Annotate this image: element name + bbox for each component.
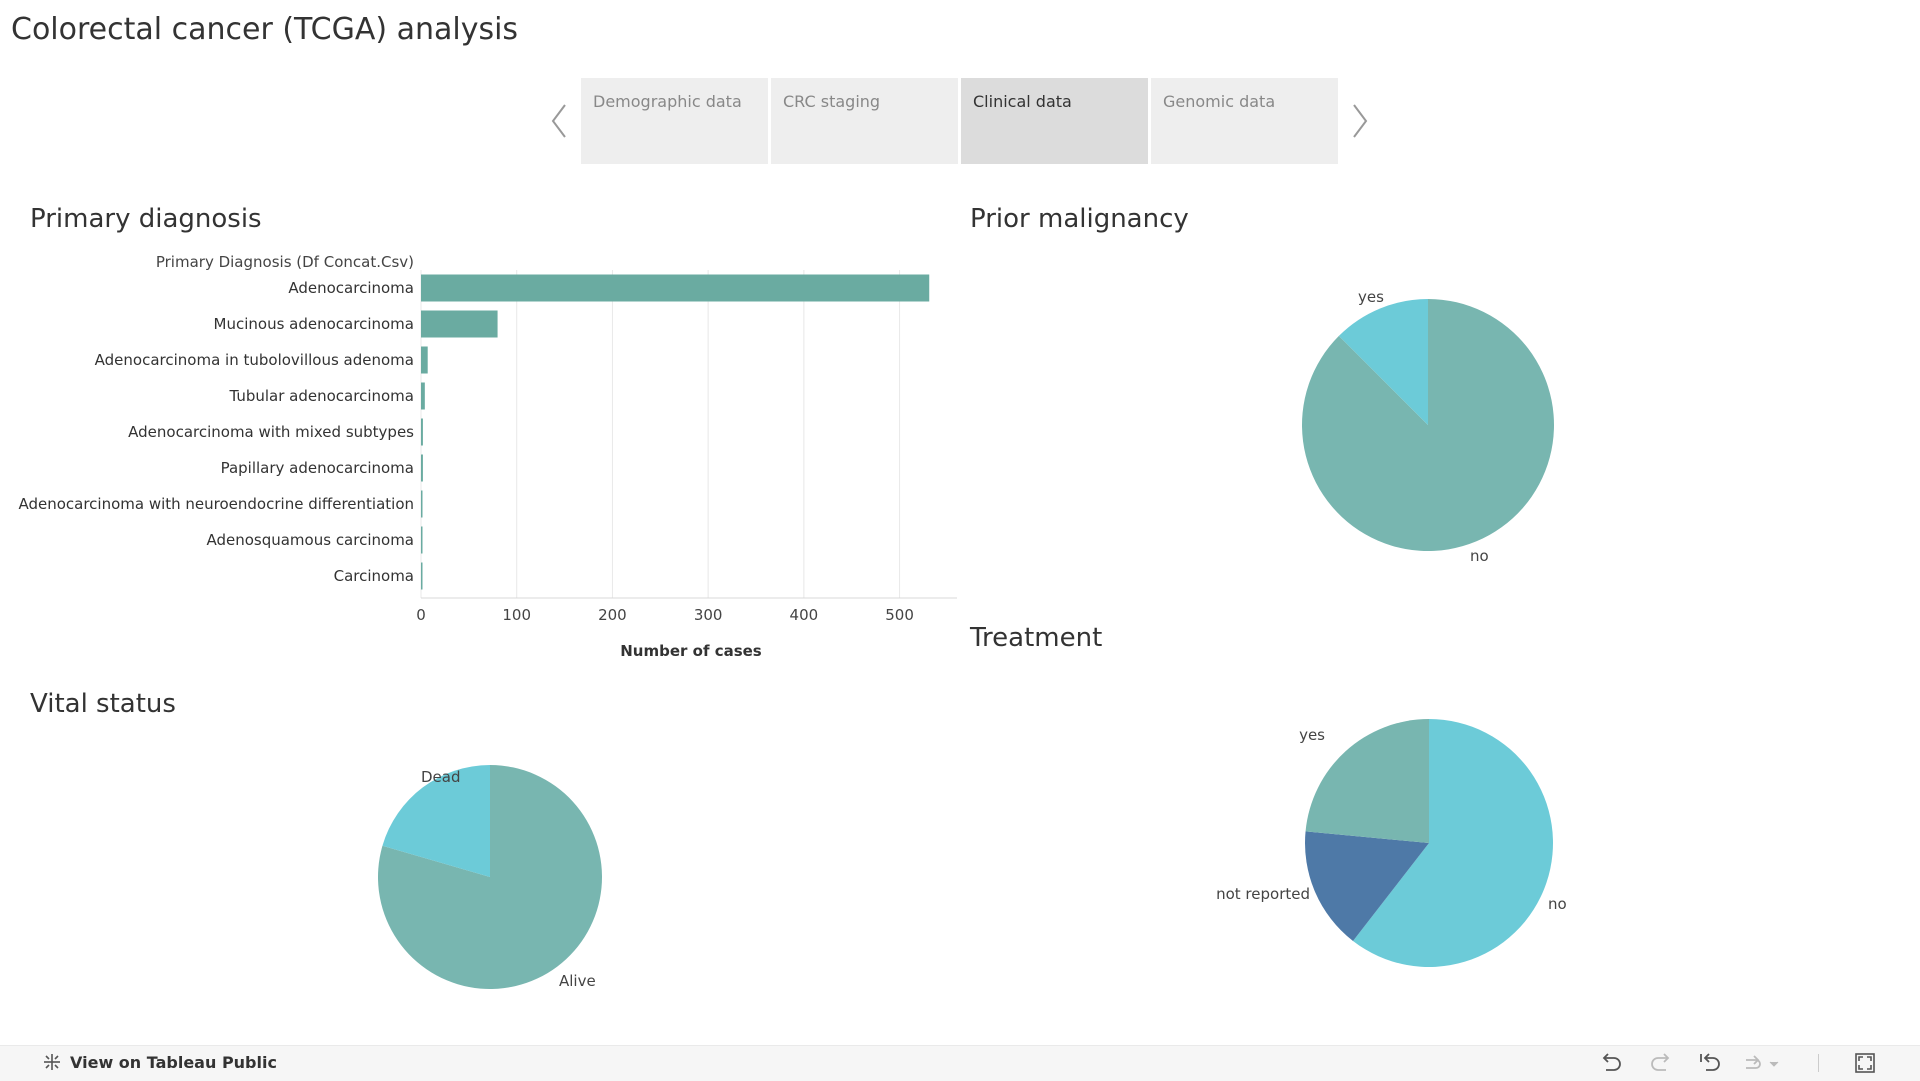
bar[interactable] bbox=[421, 310, 498, 338]
next-tab-arrow[interactable] bbox=[1340, 91, 1380, 151]
bar[interactable] bbox=[421, 274, 930, 302]
footer-link-label: View on Tableau Public bbox=[70, 1052, 277, 1072]
bar[interactable] bbox=[421, 382, 425, 410]
category-label: Papillary adenocarcinoma bbox=[221, 459, 414, 477]
vital-status-pie-chart[interactable]: Alive Dead bbox=[340, 750, 660, 1010]
tab-crc-staging[interactable]: CRC staging bbox=[771, 78, 958, 164]
page-title: Colorectal cancer (TCGA) analysis bbox=[11, 12, 519, 47]
slice-label: no bbox=[1470, 547, 1489, 565]
x-tick-label: 300 bbox=[694, 606, 723, 624]
undo-button[interactable] bbox=[1598, 1050, 1624, 1076]
category-label: Adenocarcinoma with mixed subtypes bbox=[128, 423, 414, 441]
footer-bar bbox=[0, 1045, 1920, 1081]
category-label: Adenocarcinoma bbox=[288, 279, 414, 297]
prior-malignancy-pie-chart[interactable]: no yes bbox=[1260, 270, 1600, 580]
primary-diagnosis-title: Primary diagnosis bbox=[30, 204, 262, 234]
slice-label: not reported bbox=[1216, 885, 1310, 903]
bar[interactable] bbox=[421, 526, 423, 554]
bar[interactable] bbox=[421, 490, 423, 518]
dashboard-tabs: Demographic data CRC staging Clinical da… bbox=[581, 78, 1341, 164]
redo-icon bbox=[1651, 1053, 1670, 1071]
category-label: Mucinous adenocarcinoma bbox=[214, 315, 414, 333]
slice-label: no bbox=[1548, 895, 1567, 913]
x-tick-label: 0 bbox=[416, 606, 426, 624]
bar[interactable] bbox=[421, 562, 423, 590]
tab-label: CRC staging bbox=[783, 92, 881, 111]
tab-demographic-data[interactable]: Demographic data bbox=[581, 78, 768, 164]
view-on-tableau-public-link[interactable]: View on Tableau Public bbox=[42, 1052, 277, 1072]
chevron-left-icon bbox=[551, 104, 566, 138]
category-label: Adenocarcinoma with neuroendocrine diffe… bbox=[18, 495, 414, 513]
refresh-button[interactable] bbox=[1742, 1050, 1782, 1076]
refresh-icon bbox=[1746, 1055, 1779, 1069]
undo-icon bbox=[1602, 1053, 1621, 1071]
prior-malignancy-title: Prior malignancy bbox=[970, 204, 1189, 234]
slice-label: Dead bbox=[421, 768, 461, 786]
slice-label: Alive bbox=[559, 972, 596, 990]
x-tick-label: 100 bbox=[502, 606, 531, 624]
x-tick-label: 200 bbox=[598, 606, 627, 624]
x-tick-label: 500 bbox=[885, 606, 914, 624]
fullscreen-icon bbox=[1855, 1053, 1875, 1073]
redo-button[interactable] bbox=[1648, 1050, 1674, 1076]
bar[interactable] bbox=[421, 418, 423, 446]
tab-clinical-data[interactable]: Clinical data bbox=[961, 78, 1148, 164]
category-label: Adenosquamous carcinoma bbox=[206, 531, 414, 549]
tab-label: Demographic data bbox=[593, 92, 742, 111]
bar[interactable] bbox=[421, 346, 428, 374]
chevron-right-icon bbox=[1353, 104, 1368, 138]
tab-genomic-data[interactable]: Genomic data bbox=[1151, 78, 1338, 164]
category-label: Adenocarcinoma in tubolovillous adenoma bbox=[95, 351, 414, 369]
bar-chart-category-header: Primary Diagnosis (Df Concat.Csv) bbox=[155, 253, 414, 271]
category-label: Tubular adenocarcinoma bbox=[228, 387, 414, 405]
tableau-logo-icon bbox=[44, 1054, 60, 1070]
tab-label: Clinical data bbox=[973, 92, 1072, 111]
x-tick-label: 400 bbox=[790, 606, 819, 624]
revert-button[interactable] bbox=[1697, 1050, 1723, 1076]
treatment-pie-chart[interactable]: no not reported yes bbox=[1200, 700, 1600, 1000]
category-label: Carcinoma bbox=[334, 567, 414, 585]
slice-label: yes bbox=[1358, 288, 1384, 306]
vital-status-title: Vital status bbox=[30, 689, 176, 719]
fullscreen-button[interactable] bbox=[1852, 1050, 1878, 1076]
tab-label: Genomic data bbox=[1163, 92, 1276, 111]
slice-label: yes bbox=[1299, 726, 1325, 744]
treatment-title: Treatment bbox=[970, 623, 1103, 653]
revert-icon bbox=[1700, 1053, 1720, 1071]
previous-tab-arrow[interactable] bbox=[539, 91, 579, 151]
toolbar-divider bbox=[1818, 1054, 1819, 1072]
x-axis-title: Number of cases bbox=[620, 642, 762, 660]
bar[interactable] bbox=[421, 454, 423, 482]
primary-diagnosis-bar-chart[interactable]: 0 100 200 300 400 500 Adenocarcinoma Mucinous a… bbox=[0, 270, 960, 670]
